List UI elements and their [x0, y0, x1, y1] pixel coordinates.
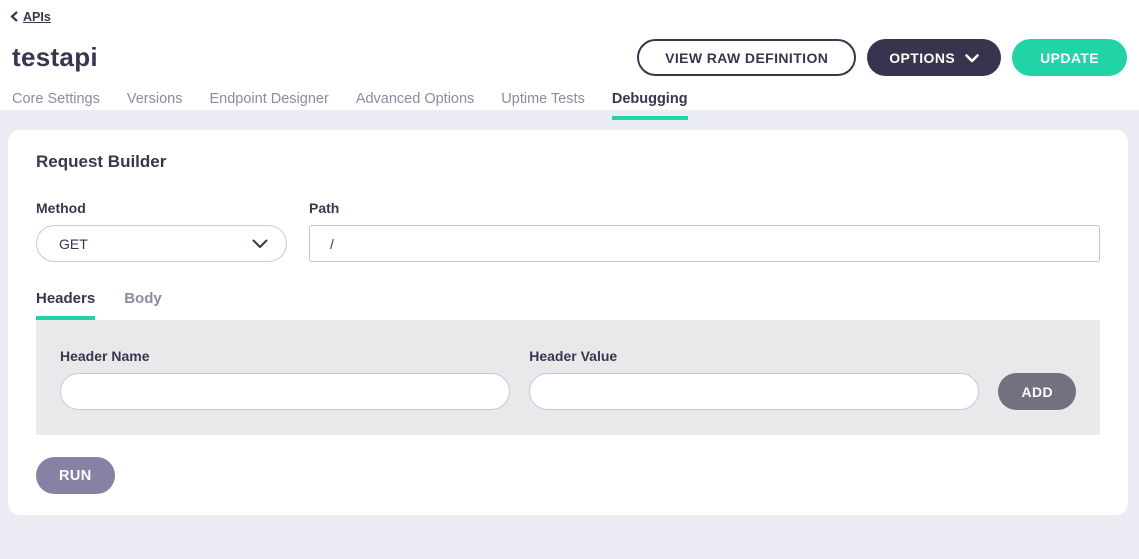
tab-headers[interactable]: Headers — [36, 290, 95, 320]
header-value-label: Header Value — [529, 348, 979, 364]
tab-debugging[interactable]: Debugging — [612, 91, 688, 120]
method-path-row: Method GET Path — [36, 200, 1100, 262]
tab-endpoint-designer[interactable]: Endpoint Designer — [209, 91, 328, 120]
chevron-down-icon — [252, 236, 268, 252]
add-header-button[interactable]: ADD — [998, 373, 1076, 410]
title-row: testapi VIEW RAW DEFINITION OPTIONS UPDA… — [10, 39, 1127, 76]
options-button-label: OPTIONS — [889, 50, 955, 66]
path-input[interactable] — [309, 225, 1100, 262]
run-button[interactable]: RUN — [36, 457, 115, 494]
header-name-group: Header Name — [60, 348, 510, 410]
tab-advanced-options[interactable]: Advanced Options — [356, 91, 475, 120]
path-label: Path — [309, 200, 1100, 216]
options-button[interactable]: OPTIONS — [867, 39, 1001, 76]
header-name-input[interactable] — [60, 373, 510, 410]
chevron-down-icon — [965, 50, 979, 66]
tab-versions[interactable]: Versions — [127, 91, 183, 120]
app-header: APIs testapi VIEW RAW DEFINITION OPTIONS… — [0, 0, 1139, 110]
request-sub-tabs: Headers Body — [36, 290, 1100, 320]
view-raw-definition-button[interactable]: VIEW RAW DEFINITION — [637, 39, 856, 76]
chevron-left-icon — [10, 11, 19, 22]
main-area: Request Builder Method GET Path Headers … — [0, 110, 1139, 515]
tab-uptime-tests[interactable]: Uptime Tests — [501, 91, 585, 120]
method-select[interactable]: GET — [36, 225, 287, 262]
header-name-label: Header Name — [60, 348, 510, 364]
tab-core-settings[interactable]: Core Settings — [12, 91, 100, 120]
method-label: Method — [36, 200, 287, 216]
request-builder-card: Request Builder Method GET Path Headers … — [8, 130, 1128, 515]
page-title: testapi — [12, 42, 98, 73]
headers-panel: Header Name Header Value ADD — [36, 320, 1100, 435]
method-group: Method GET — [36, 200, 287, 262]
breadcrumb-apis-link[interactable]: APIs — [10, 10, 51, 24]
method-select-value: GET — [59, 236, 88, 252]
header-actions: VIEW RAW DEFINITION OPTIONS UPDATE — [637, 39, 1127, 76]
request-builder-title: Request Builder — [36, 152, 1100, 172]
tab-body[interactable]: Body — [124, 290, 162, 320]
path-group: Path — [309, 200, 1100, 262]
header-value-group: Header Value — [529, 348, 979, 410]
breadcrumb-label: APIs — [23, 10, 51, 24]
header-value-input[interactable] — [529, 373, 979, 410]
update-button[interactable]: UPDATE — [1012, 39, 1127, 76]
